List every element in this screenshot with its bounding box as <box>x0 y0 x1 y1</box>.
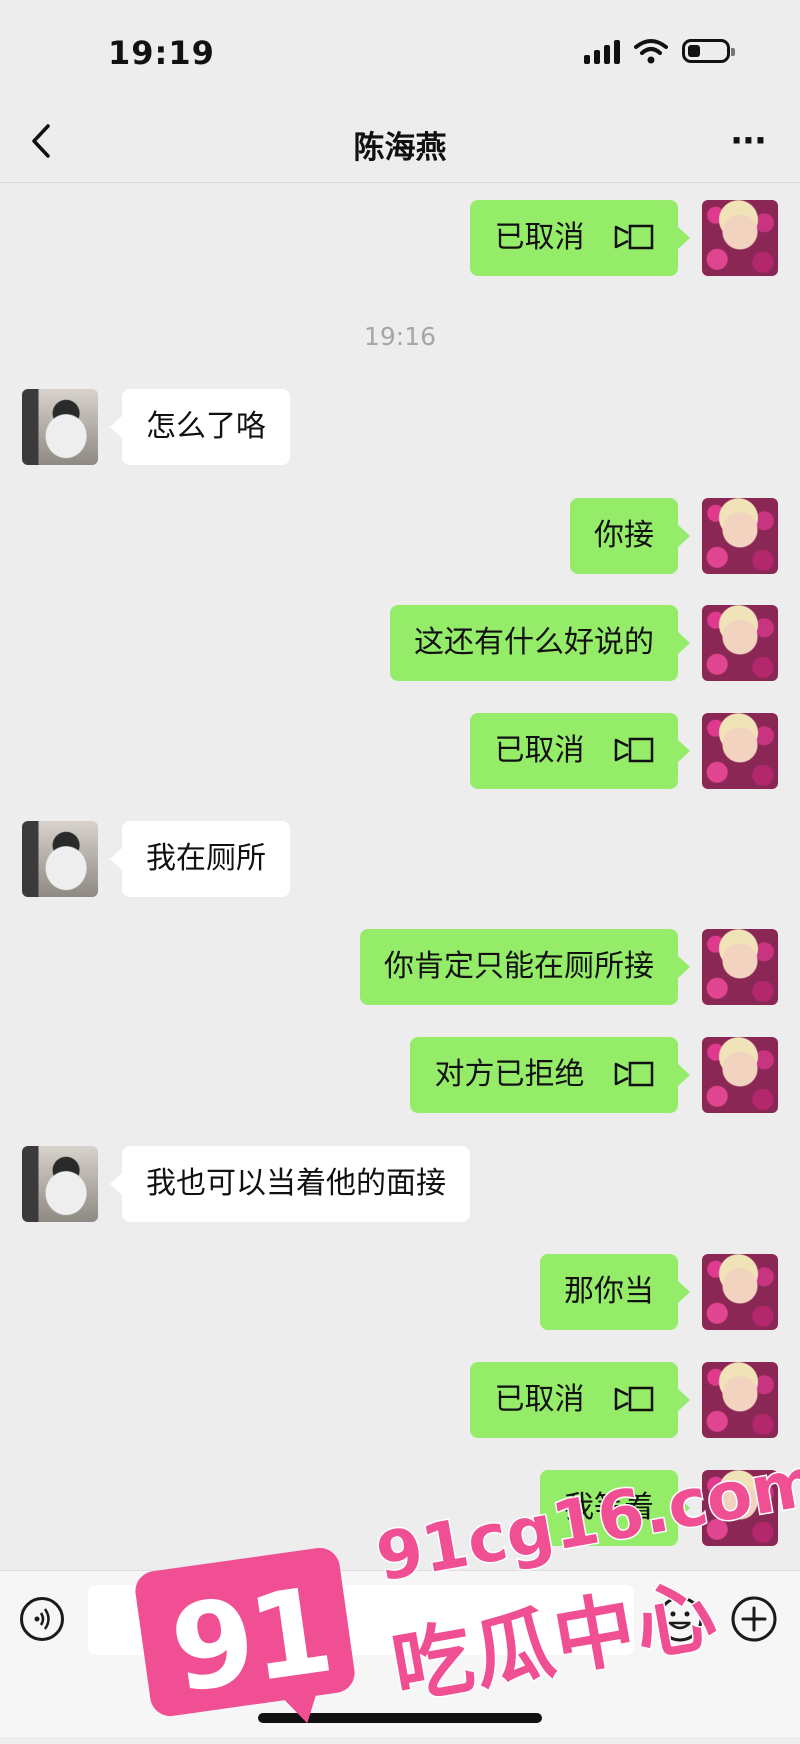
message-row: 这还有什么好说的 <box>0 605 800 681</box>
emoji-icon <box>657 1596 703 1642</box>
my-avatar[interactable] <box>702 605 778 681</box>
status-icons <box>584 38 735 64</box>
message-input[interactable] <box>88 1585 634 1655</box>
chat-title: 陈海燕 <box>353 130 447 166</box>
message-text: 我在厕所 <box>146 841 266 876</box>
message-row: 已取消 <box>0 713 800 789</box>
message-row: 已取消 <box>0 200 800 276</box>
message-text: 这还有什么好说的 <box>414 625 654 660</box>
my-avatar[interactable] <box>702 929 778 1005</box>
message-bubble-incoming[interactable]: 我也可以当着他的面接 <box>110 1146 470 1222</box>
chat-input-bar <box>0 1570 800 1737</box>
more-options-button[interactable]: ··· <box>728 118 768 164</box>
message-row: 那你当 <box>0 1254 800 1330</box>
message-timestamp: 19:16 <box>363 322 437 351</box>
message-bubble-outgoing[interactable]: 那你当 <box>540 1254 690 1330</box>
message-bubble-outgoing[interactable]: 这还有什么好说的 <box>390 605 690 681</box>
message-row: 我等着 <box>0 1470 800 1546</box>
message-bubble-outgoing[interactable]: 你接 <box>570 498 690 574</box>
message-row: 你肯定只能在厕所接 <box>0 929 800 1005</box>
my-avatar[interactable] <box>702 498 778 574</box>
message-text: 你接 <box>594 518 654 553</box>
voice-input-button[interactable] <box>20 1597 64 1641</box>
message-row: 你接 <box>0 498 800 574</box>
message-bubble-outgoing[interactable]: 我等着 <box>540 1470 690 1546</box>
message-text: 我等着 <box>564 1490 654 1525</box>
contact-avatar[interactable] <box>22 1146 98 1222</box>
contact-avatar[interactable] <box>22 389 98 465</box>
message-row: 已取消 <box>0 1362 800 1438</box>
emoji-button[interactable] <box>656 1595 704 1643</box>
message-row: 怎么了咯 <box>0 389 800 465</box>
battery-icon <box>682 39 735 63</box>
home-indicator <box>258 1713 542 1723</box>
chat-header: 陈海燕 ··· <box>0 100 800 183</box>
message-text: 你肯定只能在厕所接 <box>384 949 654 984</box>
more-functions-button[interactable] <box>730 1595 778 1643</box>
message-text: 已取消 <box>494 220 585 255</box>
message-bubble-outgoing[interactable]: 对方已拒绝 <box>410 1037 690 1113</box>
cellular-signal-icon <box>584 38 620 64</box>
message-bubble-incoming[interactable]: 我在厕所 <box>110 821 290 897</box>
my-avatar[interactable] <box>702 1362 778 1438</box>
message-bubble-outgoing[interactable]: 你肯定只能在厕所接 <box>360 929 690 1005</box>
status-time: 19:19 <box>108 34 215 72</box>
message-text: 怎么了咯 <box>146 409 266 444</box>
message-bubble-outgoing[interactable]: 已取消 <box>470 713 690 789</box>
message-text: 那你当 <box>564 1274 654 1309</box>
message-bubble-outgoing[interactable]: 已取消 <box>470 200 690 276</box>
my-avatar[interactable] <box>702 713 778 789</box>
video-call-icon <box>614 1386 654 1411</box>
voice-icon <box>34 1608 50 1630</box>
my-avatar[interactable] <box>702 1470 778 1546</box>
more-icon: ··· <box>730 121 767 161</box>
message-bubble-outgoing[interactable]: 已取消 <box>470 1362 690 1438</box>
message-row: 我也可以当着他的面接 <box>0 1146 800 1222</box>
message-row: 我在厕所 <box>0 821 800 897</box>
message-text: 我也可以当着他的面接 <box>146 1166 446 1201</box>
my-avatar[interactable] <box>702 1037 778 1113</box>
my-avatar[interactable] <box>702 200 778 276</box>
plus-icon <box>731 1596 777 1642</box>
message-text: 已取消 <box>494 733 585 768</box>
video-call-icon <box>614 737 654 762</box>
video-call-icon <box>614 1061 654 1086</box>
message-row: 对方已拒绝 <box>0 1037 800 1113</box>
status-bar: 19:19 <box>0 0 800 100</box>
video-call-icon <box>614 224 654 249</box>
message-text: 已取消 <box>494 1382 585 1417</box>
contact-avatar[interactable] <box>22 821 98 897</box>
message-bubble-incoming[interactable]: 怎么了咯 <box>110 389 290 465</box>
my-avatar[interactable] <box>702 1254 778 1330</box>
message-text: 对方已拒绝 <box>434 1057 585 1092</box>
wifi-icon <box>634 39 668 64</box>
